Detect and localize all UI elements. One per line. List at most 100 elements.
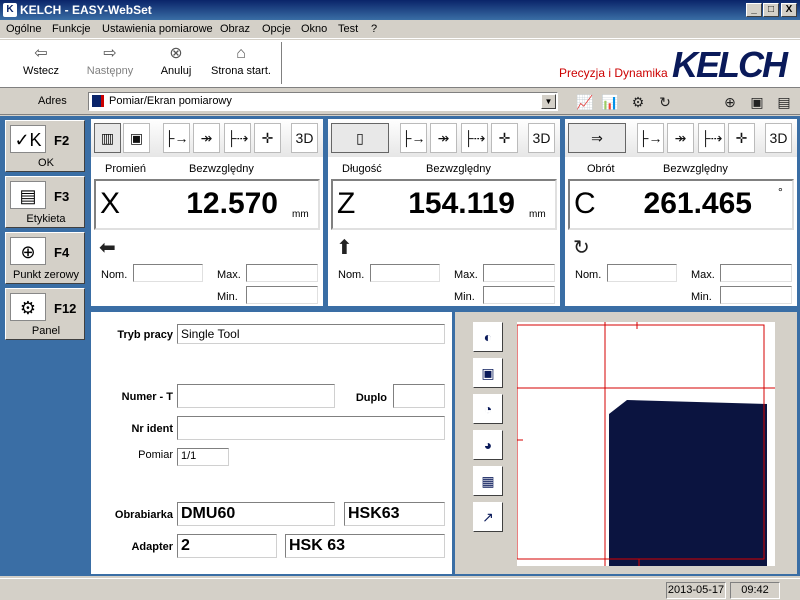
f2-key: F2	[54, 133, 70, 148]
pomiar-field[interactable]: 1/1	[177, 448, 229, 466]
nom-field[interactable]	[370, 264, 440, 282]
axis-value: 12.570	[186, 187, 278, 220]
view-screen-icon[interactable]: ▦	[473, 466, 503, 496]
menu-bar: Ogólne Funkcje Ustawienia pomiarowe Obra…	[0, 20, 800, 39]
measure-double-icon[interactable]: ↠	[193, 123, 220, 153]
home-button[interactable]: ⌂ Strona start.	[208, 43, 274, 85]
cancel-button[interactable]: ⊗ Anuluj	[150, 43, 202, 85]
mode-label: Tryb pracy	[117, 329, 173, 341]
list-icon[interactable]: ▤	[774, 92, 794, 112]
minimize-button[interactable]: _	[746, 3, 762, 17]
measure-double-icon[interactable]: ↠	[430, 123, 457, 153]
measure-edge-icon[interactable]: ├→	[400, 123, 427, 153]
add-icon[interactable]: ⊕	[720, 92, 740, 112]
measure-edge-icon[interactable]: ├→	[163, 123, 190, 153]
refresh-icon[interactable]: ↻	[655, 92, 675, 112]
adapter-field[interactable]: 2	[177, 534, 277, 558]
axis-ref: Bezwzględny	[663, 163, 728, 175]
measure-point-icon[interactable]: ├⇢	[224, 123, 251, 153]
measure-edge-icon[interactable]: ├→	[637, 123, 664, 153]
next-label: Następny	[86, 65, 134, 77]
view-tool-icon[interactable]: ◕	[473, 430, 503, 460]
menu-opcje[interactable]: Opcje	[262, 23, 291, 35]
menu-obraz[interactable]: Obraz	[220, 23, 250, 35]
toolbar-divider	[281, 42, 282, 84]
axis-value: 154.119	[408, 187, 515, 220]
ident-field[interactable]	[177, 416, 445, 440]
arrow-left-icon: ⬅	[99, 237, 116, 259]
nom-field[interactable]	[133, 264, 203, 282]
f3-label-button[interactable]: ▤ F3 Etykieta	[5, 176, 85, 228]
crosshair-icon[interactable]: ✛	[491, 123, 518, 153]
axis-letter: C	[574, 187, 596, 220]
menu-funkcje[interactable]: Funkcje	[52, 23, 91, 35]
window-icon[interactable]: ▣	[747, 92, 767, 112]
axis-unit: mm	[529, 209, 546, 220]
cancel-label: Anuluj	[160, 65, 192, 77]
max-field[interactable]	[720, 264, 792, 282]
axis-ref: Bezwzględny	[189, 163, 254, 175]
ident-label: Nr ident	[131, 423, 173, 435]
tool-view-icon[interactable]: ▥	[94, 123, 121, 153]
min-field[interactable]	[720, 286, 792, 304]
mode-field[interactable]: Single Tool	[177, 324, 445, 344]
settings-icon[interactable]: ⚙	[628, 92, 648, 112]
next-button[interactable]: ⇨ Następny	[80, 43, 140, 85]
nom-label: Nom.	[101, 269, 128, 281]
back-button[interactable]: ⇦ Wstecz	[10, 43, 72, 85]
view-corner-icon[interactable]: ◔	[473, 394, 503, 424]
rotation-tool-icon[interactable]: ⇒	[568, 123, 626, 153]
length-tool-icon[interactable]: ▯	[331, 123, 389, 153]
menu-ogolne[interactable]: Ogólne	[6, 23, 41, 35]
chart-icon[interactable]: 📈	[575, 92, 595, 112]
measure-point-icon[interactable]: ├⇢	[461, 123, 488, 153]
chevron-down-icon[interactable]: ▼	[541, 94, 556, 109]
min-field[interactable]	[246, 286, 318, 304]
view-camera-icon[interactable]: ◐	[473, 322, 503, 352]
nom-field[interactable]	[607, 264, 677, 282]
view-frame-icon[interactable]: ▣	[473, 358, 503, 388]
max-field[interactable]	[483, 264, 555, 282]
measure-point-icon[interactable]: ├⇢	[698, 123, 725, 153]
f4-zero-point-button[interactable]: ⊕ F4 Punkt zerowy	[5, 232, 85, 284]
min-field[interactable]	[483, 286, 555, 304]
adapter-spindle-field[interactable]: HSK 63	[285, 534, 445, 558]
menu-test[interactable]: Test	[338, 23, 358, 35]
axis-panel-c: ⇒ ├→ ↠ ├⇢ ✛ 3D Obrót Bezwzględny C 261.4…	[565, 119, 797, 306]
tool-image-canvas[interactable]	[516, 322, 775, 566]
address-combo[interactable]: Pomiar/Ekran pomiarowy ▼	[88, 92, 558, 111]
menu-help[interactable]: ?	[371, 23, 377, 35]
home-icon: ⌂	[236, 45, 246, 62]
machine-field[interactable]: DMU60	[177, 502, 335, 526]
bars-icon[interactable]: 📊	[600, 92, 620, 112]
op-3d-icon[interactable]: 3D	[765, 123, 792, 153]
status-bar: 2013-05-17 09:42	[0, 578, 800, 600]
axis-unit: mm	[292, 209, 309, 220]
nom-label: Nom.	[575, 269, 602, 281]
duplo-field[interactable]	[393, 384, 445, 408]
address-bar: Adres Pomiar/Ekran pomiarowy ▼	[0, 89, 800, 115]
op-3d-icon[interactable]: 3D	[528, 123, 555, 153]
home-label: Strona start.	[211, 65, 271, 77]
axis-display: X 12.570 mm	[94, 179, 320, 230]
t-number-field[interactable]	[177, 384, 335, 408]
zero-point-icon: ⊕	[10, 237, 46, 265]
maximize-button[interactable]: □	[763, 3, 779, 17]
crosshair-icon[interactable]: ✛	[728, 123, 755, 153]
menu-okno[interactable]: Okno	[301, 23, 327, 35]
measure-double-icon[interactable]: ↠	[667, 123, 694, 153]
op-3d-icon[interactable]: 3D	[291, 123, 318, 153]
function-key-panel: ✓K F2 OK ▤ F3 Etykieta ⊕ F4 Punkt zerowy…	[0, 116, 88, 576]
machine-spindle-field[interactable]: HSK63	[344, 502, 445, 526]
max-field[interactable]	[246, 264, 318, 282]
crosshair-icon[interactable]: ✛	[254, 123, 281, 153]
menu-ustawienia[interactable]: Ustawienia pomiarowe	[102, 23, 213, 35]
view-zoom-icon[interactable]: ↗	[473, 502, 503, 532]
kelch-logo: KELCH	[672, 44, 788, 85]
f12-panel-button[interactable]: ⚙ F12 Panel	[5, 288, 85, 340]
f2-ok-button[interactable]: ✓K F2 OK	[5, 120, 85, 172]
nom-label: Nom.	[338, 269, 365, 281]
app-icon[interactable]: K	[3, 3, 17, 17]
close-button[interactable]: X	[781, 3, 797, 17]
tool-frame-icon[interactable]: ▣	[123, 123, 150, 153]
